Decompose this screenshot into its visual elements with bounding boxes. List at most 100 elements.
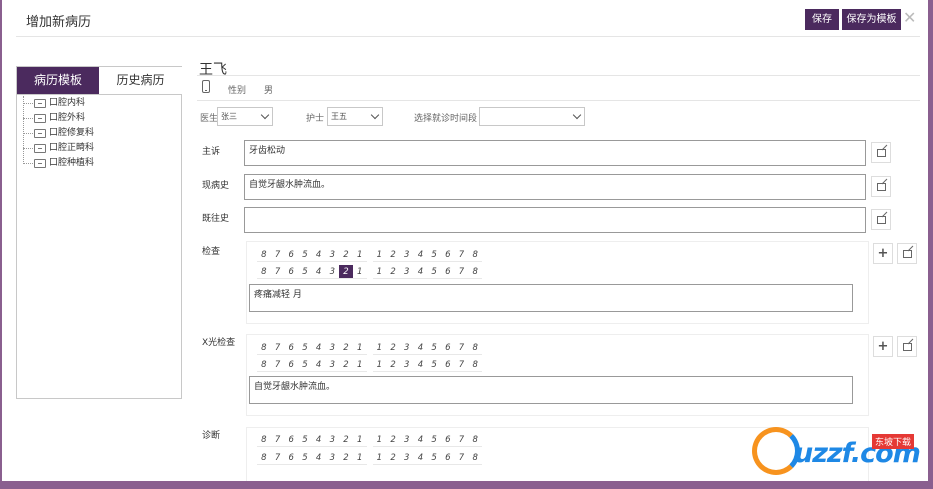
tooth-cell[interactable]: 2 [339,451,353,465]
tooth-cell[interactable]: 3 [399,265,414,279]
tooth-cell[interactable]: 4 [413,248,428,262]
tooth-cell[interactable]: 7 [454,433,469,447]
tooth-cell[interactable]: 4 [413,358,428,372]
tooth-cell[interactable]: 7 [270,433,285,447]
tooth-cell[interactable]: 3 [399,358,414,372]
save-as-template-button[interactable]: 保存为模板 [842,9,901,30]
tooth-cell[interactable]: 7 [270,341,285,355]
tooth-cell[interactable]: 5 [298,433,312,447]
tooth-cell[interactable]: 6 [440,341,455,355]
tooth-cell[interactable]: 8 [468,451,482,465]
tooth-cell[interactable]: 4 [413,341,428,355]
tooth-cell[interactable]: 3 [399,433,414,447]
tooth-cell[interactable]: 6 [284,265,299,279]
tooth-cell[interactable]: 4 [311,451,326,465]
tooth-cell[interactable]: 4 [413,265,428,279]
tooth-cell[interactable]: 3 [399,451,414,465]
tree-item-oral-surgery[interactable]: 口腔外科 [23,111,94,126]
tooth-cell[interactable]: 2 [386,248,400,262]
tooth-cell[interactable]: 2 [386,433,400,447]
tree-item-orthodontics[interactable]: 口腔正畸科 [23,141,94,156]
tooth-cell[interactable]: 3 [325,248,340,262]
tooth-cell[interactable]: 6 [284,248,299,262]
save-button[interactable]: 保存 [805,9,839,30]
tooth-cell[interactable]: 6 [440,265,455,279]
tree-item-prosthodontics[interactable]: 口腔修复科 [23,126,94,141]
tree-item-oral-medicine[interactable]: 口腔内科 [23,96,94,111]
tooth-cell[interactable]: 6 [284,341,299,355]
tooth-cell[interactable]: 8 [257,265,271,279]
tooth-cell[interactable]: 8 [468,248,482,262]
tooth-cell[interactable]: 4 [311,265,326,279]
tooth-cell[interactable]: 6 [440,358,455,372]
tooth-cell[interactable]: 1 [352,433,367,447]
tooth-cell[interactable]: 1 [372,265,387,279]
tooth-cell[interactable]: 2 [339,358,353,372]
tooth-cell[interactable]: 7 [454,265,469,279]
tooth-cell[interactable]: 5 [427,265,441,279]
tooth-cell[interactable]: 7 [270,451,285,465]
tooth-cell[interactable]: 5 [427,433,441,447]
past-history-input[interactable] [244,207,866,233]
tab-record-templates[interactable]: 病历模板 [17,67,99,94]
time-slot-select[interactable] [479,107,585,126]
tooth-cell[interactable]: 2 [386,265,400,279]
tooth-cell[interactable]: 8 [468,341,482,355]
tooth-cell[interactable]: 1 [352,341,367,355]
tooth-cell[interactable]: 4 [311,433,326,447]
tooth-cell[interactable]: 8 [257,248,271,262]
edit-examination-button[interactable] [897,243,917,264]
chief-complaint-input[interactable]: 牙齿松动 [244,140,866,166]
tooth-cell[interactable]: 6 [440,433,455,447]
tooth-cell[interactable]: 5 [427,341,441,355]
tooth-cell[interactable]: 1 [352,265,367,279]
nurse-select[interactable]: 王五 [327,107,383,126]
tooth-cell[interactable]: 2 [386,451,400,465]
tooth-cell[interactable]: 2 [386,358,400,372]
tooth-cell[interactable]: 5 [298,341,312,355]
tooth-cell[interactable]: 3 [325,433,340,447]
xray-input[interactable]: 自觉牙龈水肿流血。 [249,376,853,404]
tooth-cell[interactable]: 5 [427,248,441,262]
tooth-cell[interactable]: 6 [284,433,299,447]
tooth-cell[interactable]: 2 [339,265,353,279]
edit-xray-button[interactable] [897,336,917,357]
doctor-select[interactable]: 张三 [217,107,273,126]
examination-input[interactable]: 疼痛减轻 月 [249,284,853,312]
tooth-cell[interactable]: 3 [399,248,414,262]
tree-item-implantology[interactable]: 口腔种植科 [23,156,94,171]
tooth-cell[interactable]: 7 [270,358,285,372]
tooth-cell[interactable]: 2 [386,341,400,355]
edit-past-history-button[interactable] [871,209,891,230]
tooth-cell[interactable]: 7 [270,248,285,262]
tooth-cell[interactable]: 1 [372,341,387,355]
tooth-cell[interactable]: 1 [372,433,387,447]
tooth-cell[interactable]: 6 [440,248,455,262]
tooth-cell[interactable]: 6 [284,451,299,465]
tooth-cell[interactable]: 7 [454,358,469,372]
tooth-cell[interactable]: 2 [339,341,353,355]
tooth-cell[interactable]: 5 [298,248,312,262]
tooth-cell[interactable]: 5 [427,358,441,372]
tooth-cell[interactable]: 3 [325,358,340,372]
tooth-cell[interactable]: 1 [372,451,387,465]
tooth-cell[interactable]: 2 [339,248,353,262]
tooth-cell[interactable]: 7 [454,341,469,355]
tooth-cell[interactable]: 8 [257,341,271,355]
present-illness-input[interactable]: 自觉牙龈水肿流血。 [244,174,866,200]
tooth-cell[interactable]: 1 [352,451,367,465]
tooth-cell[interactable]: 3 [325,265,340,279]
tooth-cell[interactable]: 7 [270,265,285,279]
tooth-cell[interactable]: 8 [257,358,271,372]
tooth-cell[interactable]: 4 [311,248,326,262]
tooth-cell[interactable]: 4 [311,358,326,372]
tooth-cell[interactable]: 8 [257,433,271,447]
tooth-cell[interactable]: 4 [311,341,326,355]
tooth-cell[interactable]: 5 [298,358,312,372]
tooth-cell[interactable]: 8 [468,265,482,279]
tooth-cell[interactable]: 8 [468,358,482,372]
edit-chief-complaint-button[interactable] [871,142,891,163]
tooth-cell[interactable]: 1 [372,358,387,372]
tooth-cell[interactable]: 7 [454,451,469,465]
tooth-cell[interactable]: 1 [352,358,367,372]
